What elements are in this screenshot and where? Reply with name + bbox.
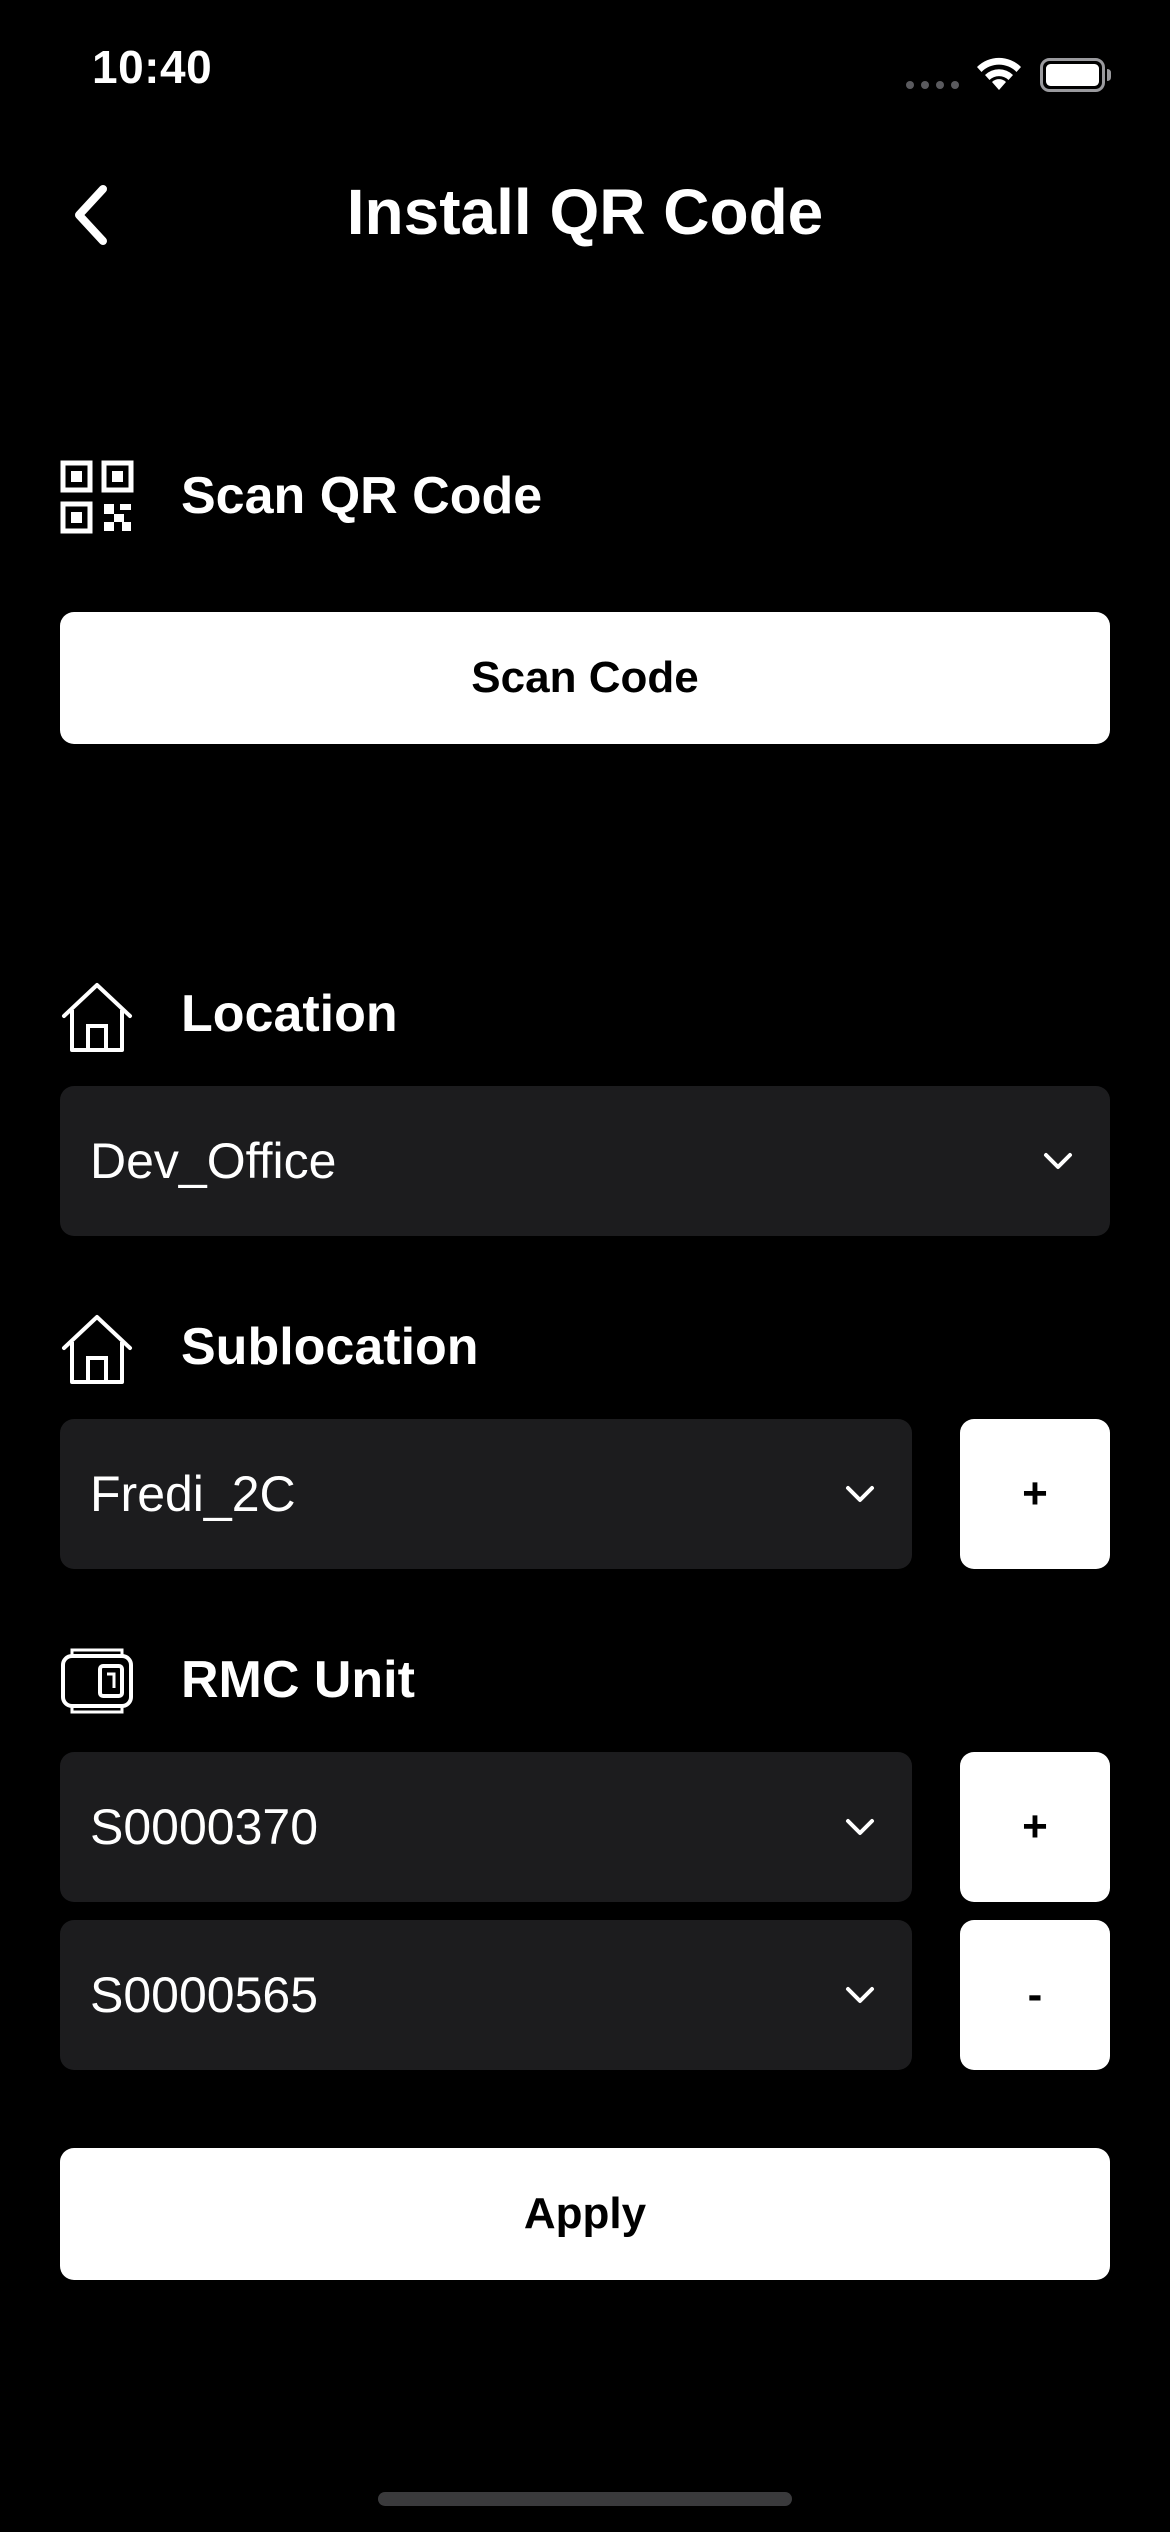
page-title: Install QR Code <box>346 176 824 248</box>
rmc-unit-dropdown[interactable]: S0000370 <box>60 1752 912 1902</box>
add-rmc-unit-button[interactable]: + <box>960 1752 1110 1902</box>
rmc-unit-dropdown[interactable]: S0000565 <box>60 1920 912 2070</box>
rmc-unit-value: S0000370 <box>90 1799 319 1855</box>
chevron-down-icon <box>846 1486 874 1502</box>
sublocation-dropdown[interactable]: Fredi_2C <box>60 1419 912 1569</box>
home-icon <box>62 1315 132 1384</box>
cellular-signal-icon <box>906 81 959 89</box>
remove-rmc-unit-button[interactable]: - <box>960 1920 1110 2070</box>
rmc-unit-value: S0000565 <box>90 1967 319 2023</box>
home-icon <box>62 983 132 1052</box>
chevron-down-icon <box>846 1987 874 2003</box>
add-sublocation-button[interactable]: + <box>960 1419 1110 1569</box>
qr-code-icon <box>60 460 134 534</box>
wifi-icon <box>977 57 1021 90</box>
chevron-down-icon <box>1044 1153 1072 1169</box>
rmc-unit-label: RMC Unit <box>181 1651 415 1709</box>
status-time: 10:40 <box>92 41 213 93</box>
location-dropdown[interactable]: Dev_Office <box>60 1086 1110 1236</box>
chevron-down-icon <box>846 1819 874 1835</box>
battery-icon <box>1040 58 1111 92</box>
sublocation-value: Fredi_2C <box>90 1466 296 1522</box>
location-value: Dev_Office <box>90 1133 337 1189</box>
sublocation-label: Sublocation <box>181 1318 479 1376</box>
scan-qr-label: Scan QR Code <box>181 467 543 525</box>
scan-code-button[interactable]: Scan Code <box>60 612 1110 744</box>
location-label: Location <box>181 985 398 1043</box>
device-unit-icon <box>61 1648 133 1714</box>
apply-button[interactable]: Apply <box>60 2148 1110 2280</box>
home-indicator[interactable] <box>378 2492 792 2506</box>
